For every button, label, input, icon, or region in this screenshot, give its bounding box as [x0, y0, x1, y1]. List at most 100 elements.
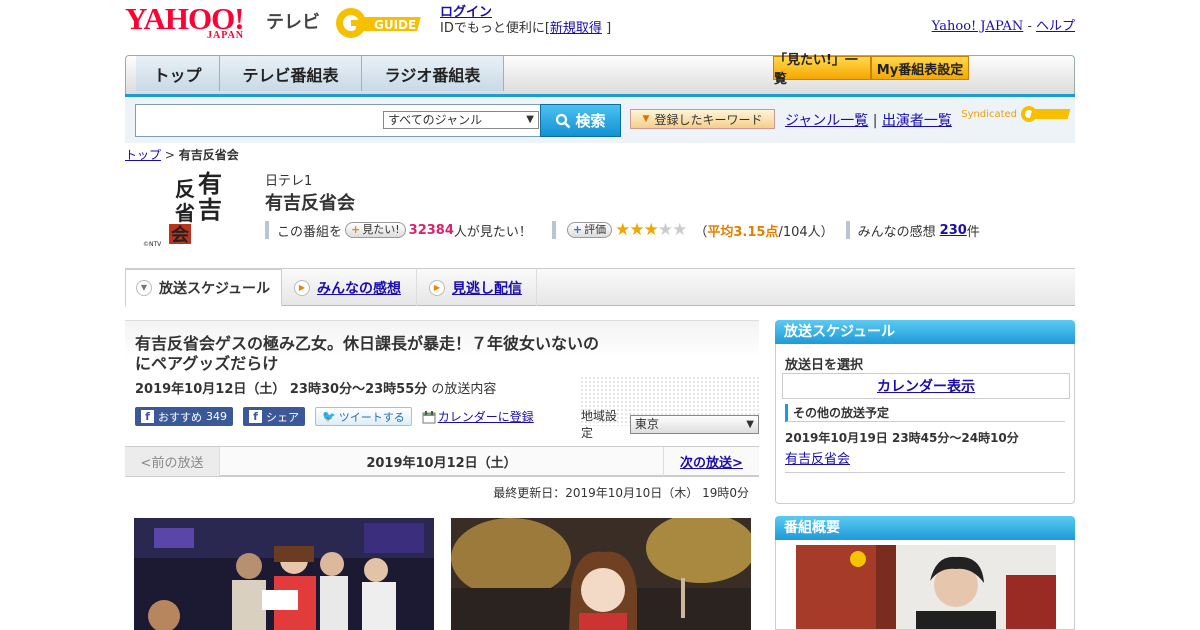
rating-open: （ [694, 224, 708, 240]
help-link[interactable]: ヘルプ [1036, 19, 1075, 34]
region-select-value: 東京 [634, 416, 659, 431]
other-broadcast-link[interactable]: 有吉反省会 [785, 448, 850, 467]
genre-select[interactable]: すべてのジャンル ▼ [383, 111, 539, 129]
sidebar-overview-title: 番組概要 [775, 516, 1075, 540]
nav-tab-radio-schedule[interactable]: ラジオ番組表 [362, 56, 504, 91]
search-button[interactable]: 検索 [540, 104, 621, 137]
gguide-logo[interactable]: GUIDE [334, 5, 432, 41]
facebook-icon: f [249, 410, 262, 423]
site-header: YAHOO! JAPAN テレビ GUIDE ログイン IDでもっと便利に[新規… [125, 0, 1075, 52]
calendar-display-button[interactable]: カレンダー表示 [782, 373, 1070, 399]
svg-text:©NTV: ©NTV [143, 241, 162, 248]
facebook-recommend-label: おすすめ [158, 410, 202, 424]
tv-label: テレビ [266, 12, 320, 33]
facebook-recommend-button[interactable]: f おすすめ 349 [135, 407, 233, 426]
chevron-down-icon: ▼ [136, 279, 152, 296]
tab-reviews[interactable]: ▶ みんなの感想 [282, 269, 417, 306]
tab-missed-label: 見逃し配信 [452, 280, 522, 297]
play-arrow-icon: ▶ [429, 279, 445, 296]
overview-photo [796, 545, 1056, 629]
svg-text:有: 有 [198, 169, 222, 198]
stat-divider [845, 221, 850, 239]
rating-stars-filled: ★★★ [615, 220, 659, 240]
login-prompt-suffix: ] [606, 21, 612, 36]
plus-icon: + [572, 223, 583, 236]
date-select-label: 放送日を選択 [785, 358, 864, 373]
dropdown-arrow-icon: ▼ [746, 418, 754, 430]
dropdown-arrow-icon: ▼ [526, 114, 534, 125]
content-tabs: ▼ 放送スケジュール ▶ みんなの感想 ▶ 見逃し配信 [125, 268, 1075, 307]
main-nav: トップ テレビ番組表 ラジオ番組表 「見たい!」一覧 My番組表設定 [125, 53, 1075, 99]
next-broadcast-link[interactable]: 次の放送> [663, 447, 759, 476]
kanso-suffix: 件 [966, 224, 980, 240]
svg-text:会: 会 [171, 224, 189, 246]
tab-reviews-label: みんなの感想 [317, 280, 401, 297]
mitai-suffix: 人が見たい！ [453, 224, 532, 240]
yahoo-japan-link[interactable]: Yahoo! JAPAN [932, 19, 1024, 34]
next-broadcast-label: 次の放送> [680, 456, 743, 471]
login-prompt-prefix: IDでもっと便利に[ [440, 21, 550, 36]
program-logo: 有 吉 反 省 会 ©NTV [143, 169, 222, 248]
breadcrumb-separator: > [164, 148, 175, 162]
kanso-prefix: みんなの感想 [857, 224, 936, 240]
registered-keyword-button[interactable]: ▼ 登録したキーワード [630, 109, 775, 129]
login-link[interactable]: ログイン [440, 5, 492, 20]
nav-tab-top[interactable]: トップ [136, 56, 220, 91]
program-stats: この番組を + 見たい! 32384 人が見たい！ + 評価 ★★★★★ （平均3.… [265, 220, 980, 240]
episode-date-line: 2019年10月12日（土） 23時30分～23時55分 の放送内容 [135, 378, 496, 397]
header-links: Yahoo! JAPAN - ヘルプ [932, 15, 1075, 34]
my-schedule-button[interactable]: My番組表設定 [871, 56, 969, 80]
tweet-button[interactable]: 🐦 ツイートする [315, 407, 412, 426]
current-broadcast-date: 2019年10月12日（土） [366, 456, 517, 471]
search-bar: すべてのジャンル ▼ 検索 ▼ 登録したキーワード ジャンル一覧 | 出演者一覧… [125, 97, 1075, 143]
calendar-icon [422, 410, 436, 423]
sidebar-schedule-box: 放送日を選択 カレンダー表示 その他の放送予定 2019年10月19日 23時4… [775, 344, 1075, 504]
search-icon [556, 113, 571, 128]
facebook-recommend-count: 349 [206, 410, 227, 423]
tab-schedule[interactable]: ▼ 放送スケジュール [125, 269, 282, 307]
sidebar-schedule-title: 放送スケジュール [775, 320, 1075, 344]
svg-text:吉: 吉 [198, 195, 222, 224]
episode-photo-2 [451, 518, 751, 630]
channel-name: 日テレ1 [265, 174, 313, 189]
facebook-icon: f [141, 410, 154, 423]
rating-button[interactable]: + 評価 [566, 222, 613, 238]
social-buttons: f おすすめ 349 f シェア 🐦 ツイートする カレンダーに登録 [135, 407, 534, 426]
search-link-separator: | [872, 113, 878, 129]
syndicated-badge: Syndicated [961, 103, 1075, 125]
episode-info: 有吉反省会ゲスの極み乙女。休日課長が暴走！７年彼女いないのにペアグッズだらけ 2… [125, 320, 759, 446]
genre-list-link[interactable]: ジャンル一覧 [785, 113, 868, 129]
calendar-add-link[interactable]: カレンダーに登録 [422, 408, 534, 425]
svg-text:省: 省 [174, 201, 195, 225]
nav-tab-tv-schedule[interactable]: テレビ番組表 [220, 56, 362, 91]
yahoo-logo[interactable]: YAHOO! JAPAN [125, 3, 245, 41]
other-broadcast-date: 2019年10月19日 23時45分～24時10分 [785, 431, 1019, 445]
other-broadcasts-title: その他の放送予定 [785, 404, 1065, 422]
tab-missed[interactable]: ▶ 見逃し配信 [417, 269, 537, 306]
region-label: 地域設定 [581, 409, 618, 440]
plus-icon: + [351, 223, 361, 236]
sidebar-overview-box [775, 540, 1075, 630]
region-select[interactable]: 東京 ▼ [629, 414, 759, 434]
play-arrow-icon: ▶ [294, 279, 310, 296]
divider [785, 472, 1065, 473]
syndicated-label: Syndicated [961, 108, 1017, 120]
mitai-list-button[interactable]: 「見たい!」一覧 [773, 53, 871, 87]
signup-link[interactable]: 新規取得 [550, 21, 602, 36]
mitai-count: 32384 [408, 222, 454, 238]
kanso-count-link[interactable]: 230 [940, 223, 967, 238]
breadcrumb-top-link[interactable]: トップ [125, 148, 161, 162]
mitai-button[interactable]: + 見たい! [345, 222, 406, 238]
svg-text:反: 反 [175, 177, 195, 201]
search-button-label: 検索 [575, 112, 606, 130]
rating-stars: ★★★★★ [615, 220, 687, 240]
breadcrumb: トップ > 有吉反省会 [125, 146, 239, 163]
login-block: ログイン IDでもっと便利に[新規取得 ] [440, 5, 611, 37]
gguide-small-logo [1021, 106, 1071, 122]
facebook-share-button[interactable]: f シェア [243, 407, 305, 426]
mitai-button-label: 見たい! [362, 223, 400, 236]
episode-date-suffix: の放送内容 [431, 382, 497, 397]
performer-list-link[interactable]: 出演者一覧 [882, 113, 952, 129]
region-setting: 地域設定 東京 ▼ [581, 407, 759, 441]
triangle-down-icon: ▼ [642, 114, 650, 124]
